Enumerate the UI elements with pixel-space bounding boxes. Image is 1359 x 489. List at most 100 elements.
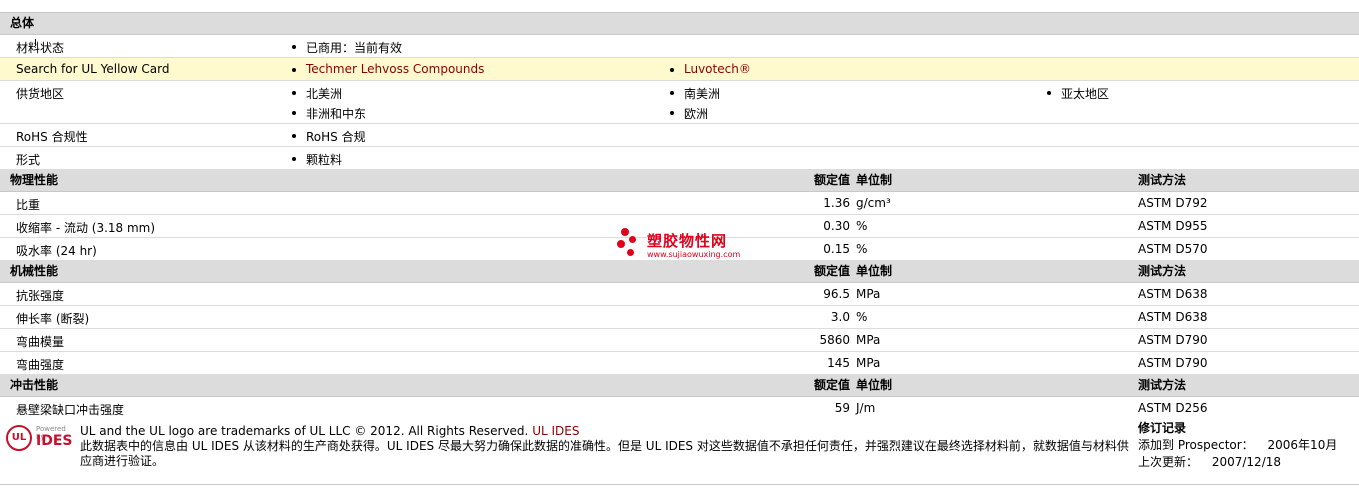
row-rohs: RoHS 合规性 RoHS 合规 (0, 124, 1359, 147)
property-value: 96.5 (823, 287, 850, 301)
watermark-dot (629, 236, 636, 243)
property-row: 比重 1.36 g/cm³ ASTM D792 (0, 192, 1359, 215)
revision-history: 修订记录 添加到 Prospector： 2006年10月 上次更新： 2007… (1138, 420, 1337, 471)
property-test-method: ASTM D638 (1138, 310, 1208, 324)
section-header-general: 总体 (0, 13, 1359, 35)
property-test-method: ASTM D256 (1138, 401, 1208, 415)
column-header-test: 测试方法 (1138, 378, 1187, 392)
property-test-method: ASTM D792 (1138, 196, 1208, 210)
row-label: Search for UL Yellow Card (16, 62, 170, 76)
property-unit: MPa (856, 333, 881, 347)
updated-label: 上次更新： (1138, 455, 1199, 469)
section-header-physical: 物理性能 额定值 单位制 测试方法 (0, 170, 1359, 192)
row-label: RoHS 合规性 (16, 130, 88, 144)
text-cursor-icon: I (34, 38, 37, 49)
watermark-dot (617, 240, 625, 248)
trademark-text: UL and the UL logo are trademarks of UL … (80, 424, 529, 438)
watermark-logo: 塑胶物性网 www.sujiaowuxing.com (617, 228, 757, 268)
trademark-line: UL and the UL logo are trademarks of UL … (80, 424, 1130, 439)
row-label: 供货地区 (16, 87, 65, 101)
property-value: 59 (834, 401, 850, 415)
row-material-status: 材料状态 已商用：当前有效 (0, 35, 1359, 58)
property-name: 抗张强度 (16, 289, 65, 303)
property-unit: % (856, 310, 868, 324)
watermark-dot (627, 249, 634, 256)
property-value: 3.0 (830, 310, 850, 324)
column-header-rated: 额定值 (813, 173, 850, 187)
section-title: 物理性能 (10, 173, 59, 187)
property-name: 弯曲强度 (16, 358, 65, 372)
row-yellow-card: Search for UL Yellow Card Techmer Lehvos… (0, 58, 1359, 81)
column-header-test: 测试方法 (1138, 173, 1187, 187)
property-test-method: ASTM D790 (1138, 333, 1208, 347)
property-value: 0.30 (823, 219, 850, 233)
property-value: 145 (827, 356, 850, 370)
footer-text: UL and the UL logo are trademarks of UL … (80, 424, 1130, 469)
watermark-title: 塑胶物性网 (647, 232, 728, 250)
property-unit: g/cm³ (856, 196, 891, 210)
property-test-method: ASTM D790 (1138, 356, 1208, 370)
footer: UL Powered by IDES UL and the UL logo ar… (0, 420, 1359, 489)
added-value: 2006年10月 (1267, 438, 1338, 452)
ul-logo-icon: UL (6, 425, 32, 451)
property-test-method: ASTM D638 (1138, 287, 1208, 301)
property-row: 悬壁梁缺口冲击强度 59 J/m ASTM D256 (0, 397, 1359, 419)
property-value: 5860 (819, 333, 850, 347)
property-test-method: ASTM D955 (1138, 219, 1208, 233)
property-unit: % (856, 219, 868, 233)
property-name: 伸长率 (断裂) (16, 312, 90, 326)
list-item: 非洲和中东 (290, 105, 366, 122)
list-item: 欧洲 (668, 105, 708, 122)
property-unit: % (856, 242, 868, 256)
updated-value: 2007/12/18 (1211, 455, 1282, 469)
section-title: 机械性能 (10, 264, 59, 278)
property-value: 1.36 (823, 196, 850, 210)
property-value: 0.15 (823, 242, 850, 256)
property-test-method: ASTM D570 (1138, 242, 1208, 256)
top-rule (0, 0, 1359, 13)
property-row: 伸长率 (断裂) 3.0 % ASTM D638 (0, 306, 1359, 329)
column-header-unit: 单位制 (856, 264, 893, 278)
revision-title: 修订记录 (1138, 421, 1187, 435)
property-row: 弯曲强度 145 MPa ASTM D790 (0, 352, 1359, 375)
row-label: 材料状态 (16, 41, 65, 55)
property-unit: MPa (856, 356, 881, 370)
row-supply-regions: 供货地区 北美洲 南美洲 亚太地区 非洲和中东 欧洲 (0, 81, 1359, 124)
added-label: 添加到 Prospector： (1138, 438, 1254, 452)
link-luvotech[interactable]: Luvotech® (668, 62, 751, 76)
property-row: 弯曲模量 5860 MPa ASTM D790 (0, 329, 1359, 352)
property-name: 吸水率 (24 hr) (16, 244, 97, 258)
property-row: 抗张强度 96.5 MPa ASTM D638 (0, 283, 1359, 306)
property-unit: J/m (856, 401, 876, 415)
property-name: 弯曲模量 (16, 335, 65, 349)
list-item: 颗粒料 (290, 151, 342, 168)
section-header-impact: 冲击性能 额定值 单位制 测试方法 (0, 375, 1359, 397)
list-item: 已商用：当前有效 (290, 39, 402, 56)
column-header-unit: 单位制 (856, 173, 893, 187)
bottom-rule (0, 484, 1359, 485)
row-form: 形式 颗粒料 (0, 147, 1359, 170)
watermark-url: www.sujiaowuxing.com (647, 250, 741, 259)
updated-line: 上次更新： 2007/12/18 (1138, 454, 1337, 471)
disclaimer-text: 此数据表中的信息由 UL IDES 从该材料的生产商处获得。UL IDES 尽最… (80, 439, 1129, 468)
property-name: 悬壁梁缺口冲击强度 (16, 403, 125, 417)
row-label: 形式 (16, 153, 41, 167)
list-item: 北美洲 (290, 85, 342, 102)
column-header-rated: 额定值 (813, 378, 850, 392)
added-line: 添加到 Prospector： 2006年10月 (1138, 437, 1337, 454)
ul-ides-link[interactable]: UL IDES (532, 424, 579, 438)
list-item: 南美洲 (668, 85, 720, 102)
watermark-dot (621, 228, 629, 236)
column-header-unit: 单位制 (856, 378, 893, 392)
section-title: 总体 (10, 16, 35, 30)
property-name: 比重 (16, 198, 41, 212)
property-unit: MPa (856, 287, 881, 301)
link-techmer-lehvoss[interactable]: Techmer Lehvoss Compounds (290, 62, 484, 76)
list-item: RoHS 合规 (290, 128, 366, 145)
logo-ides: IDES (36, 433, 73, 449)
column-header-test: 测试方法 (1138, 264, 1187, 278)
ul-ides-logo: UL Powered by IDES (6, 425, 76, 457)
column-header-rated: 额定值 (813, 264, 850, 278)
section-title: 冲击性能 (10, 378, 59, 392)
property-name: 收缩率 - 流动 (3.18 mm) (16, 221, 156, 235)
